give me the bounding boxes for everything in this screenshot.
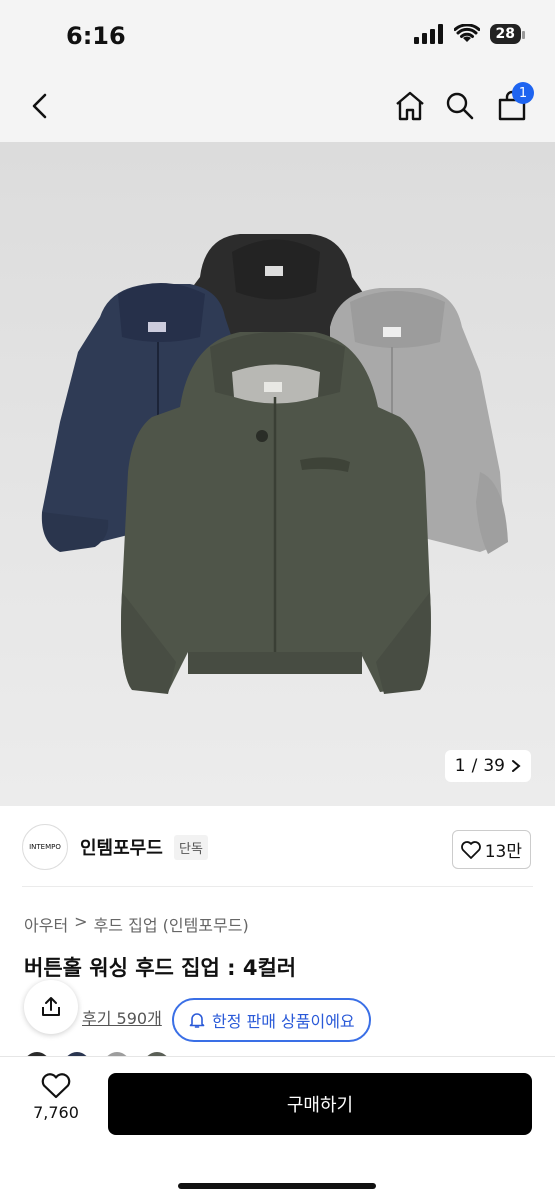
product-title: 버튼홀 워싱 후드 집업 : 4컬러 xyxy=(24,956,297,980)
limited-sale-text: 한정 판매 상품이에요 xyxy=(212,1012,355,1031)
chevron-right-icon xyxy=(512,760,521,772)
signal-icon xyxy=(413,24,443,44)
breadcrumb: 아우터 > 후드 집업 (인템포무드) xyxy=(24,912,249,936)
share-button[interactable] xyxy=(24,980,78,1034)
top-nav: 1 xyxy=(0,72,555,142)
image-counter-current: 1 xyxy=(454,756,466,776)
limited-sale-badge[interactable]: 한정 판매 상품이에요 xyxy=(172,998,371,1042)
brand-logo-text: INTEMPO xyxy=(29,843,61,851)
product-image-carousel[interactable]: 1 / 39 xyxy=(0,142,555,806)
wishlist-count: 7,760 xyxy=(33,1103,79,1122)
home-button[interactable] xyxy=(390,86,430,126)
search-icon xyxy=(446,92,474,120)
status-icons: 28 xyxy=(413,24,526,44)
share-icon xyxy=(42,997,60,1016)
heart-icon xyxy=(460,840,481,859)
chevron-left-icon xyxy=(32,93,47,119)
brand-like-count: 13만 xyxy=(484,842,522,862)
divider xyxy=(22,886,533,887)
brand-name[interactable]: 인템포무드 xyxy=(80,834,163,860)
heart-icon xyxy=(41,1073,71,1099)
home-icon xyxy=(396,91,424,121)
breadcrumb-subcategory[interactable]: 후드 집업 (인템포무드) xyxy=(94,912,249,936)
product-image xyxy=(41,234,508,694)
cart-button[interactable]: 1 xyxy=(492,82,534,126)
cart-badge: 1 xyxy=(512,82,534,104)
review-link[interactable]: 후기 590개 xyxy=(82,1005,162,1029)
brand-like-button[interactable]: 13만 xyxy=(451,830,531,869)
buy-button[interactable]: 구매하기 xyxy=(108,1073,532,1135)
exclusive-tag: 단독 xyxy=(174,835,208,860)
battery-indicator: 28 xyxy=(489,24,526,44)
search-button[interactable] xyxy=(440,86,480,126)
breadcrumb-category[interactable]: 아우터 xyxy=(24,912,68,936)
breadcrumb-separator: > xyxy=(74,912,88,931)
image-counter[interactable]: 1 / 39 xyxy=(444,750,531,782)
status-time: 6:16 xyxy=(66,22,126,50)
bottom-action-bar: 7,760 구매하기 xyxy=(0,1056,555,1200)
brand-row: INTEMPO 인템포무드 단독 13만 xyxy=(0,822,555,884)
image-counter-total: 39 xyxy=(483,756,505,776)
status-bar: 6:16 28 xyxy=(0,0,555,72)
wishlist-button[interactable]: 7,760 xyxy=(30,1073,82,1122)
bell-icon xyxy=(189,1013,205,1028)
back-button[interactable] xyxy=(20,86,60,126)
image-counter-separator: / xyxy=(471,756,478,776)
wifi-icon xyxy=(453,24,480,42)
brand-logo[interactable]: INTEMPO xyxy=(22,824,68,870)
home-indicator xyxy=(178,1183,376,1189)
